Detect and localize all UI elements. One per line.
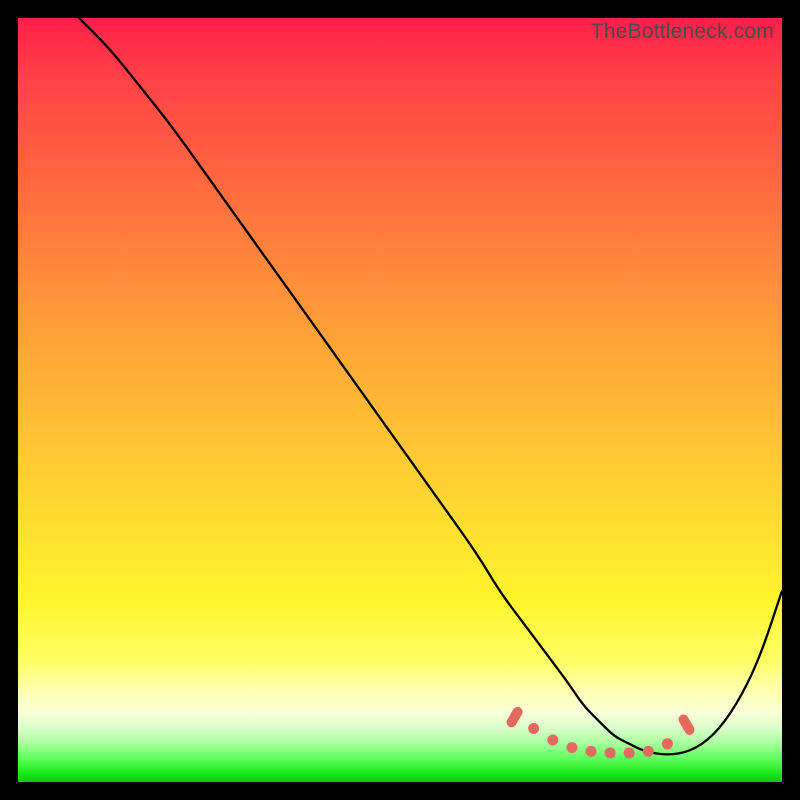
curve-line (79, 18, 782, 754)
marker-dot (605, 748, 616, 759)
marker-dot (624, 748, 635, 759)
chart-plot-area: TheBottleneck.com (18, 18, 782, 782)
marker-dot (505, 705, 525, 729)
marker-dot (677, 713, 697, 737)
marker-dot (547, 735, 558, 746)
chart-svg (18, 18, 782, 782)
chart-frame: TheBottleneck.com (0, 0, 800, 800)
marker-dot (643, 746, 654, 757)
marker-dot (528, 723, 539, 734)
marker-dot (566, 742, 577, 753)
marker-dot (662, 738, 673, 749)
marker-dot (586, 746, 597, 757)
optimal-markers (505, 705, 697, 758)
